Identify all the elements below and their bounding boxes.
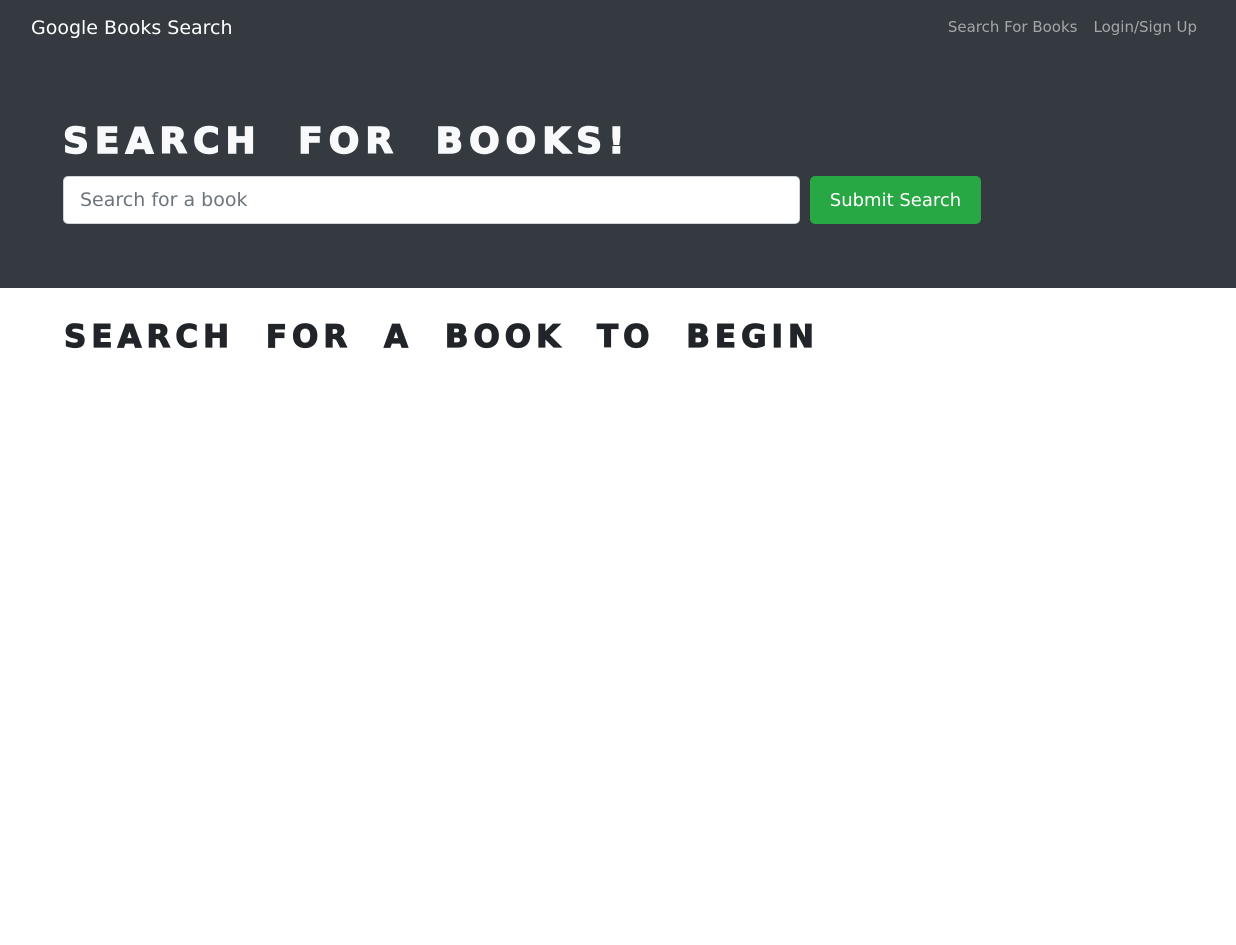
nav-link-login-signup[interactable]: Login/Sign Up bbox=[1093, 16, 1197, 38]
nav-links: Search For Books Login/Sign Up bbox=[948, 16, 1197, 38]
search-form: Submit Search bbox=[63, 176, 981, 224]
navbar: Google Books Search Search For Books Log… bbox=[0, 0, 1236, 56]
search-input[interactable] bbox=[63, 176, 800, 224]
results-heading: SEARCH FOR A BOOK TO BEGIN bbox=[63, 318, 819, 355]
hero-title: SEARCH FOR BOOKS! bbox=[62, 120, 631, 163]
brand-link[interactable]: Google Books Search bbox=[31, 15, 233, 41]
submit-search-button[interactable]: Submit Search bbox=[810, 176, 981, 224]
hero-jumbotron: SEARCH FOR BOOKS! Submit Search bbox=[0, 56, 1236, 288]
nav-link-search-for-books[interactable]: Search For Books bbox=[948, 16, 1078, 38]
